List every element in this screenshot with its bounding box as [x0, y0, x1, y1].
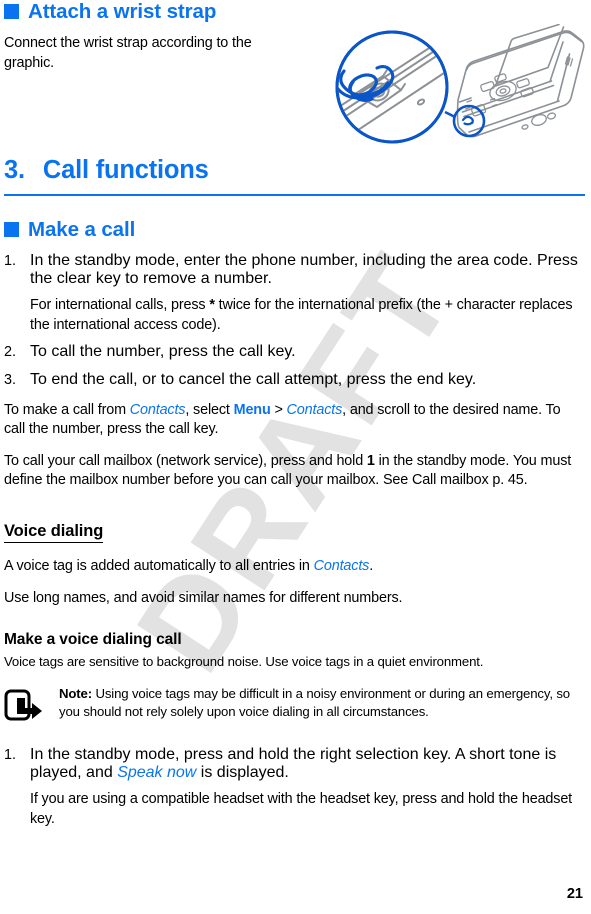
list-item-text: To call the number, press the call key. — [30, 343, 296, 361]
note-box: Note: Using voice tags may be difficult … — [4, 685, 585, 728]
continuation-text-before: For international calls, press — [30, 297, 210, 314]
chapter-title: Call functions — [42, 156, 209, 185]
note-text: Note: Using voice tags may be difficult … — [59, 685, 585, 721]
list-item: 3. To end the call, or to cancel the cal… — [4, 371, 585, 391]
ui-term-contacts: Contacts — [313, 557, 370, 574]
list-item-number: 1. — [4, 747, 17, 764]
section-title: Make a call — [28, 218, 136, 242]
square-bullet-icon — [4, 4, 19, 19]
square-bullet-icon — [4, 222, 19, 238]
list-item-number: 3. — [4, 371, 17, 388]
ui-term-speak-now: Speak now — [117, 764, 197, 782]
paragraph-long-names: Use long names, and avoid similar names … — [4, 589, 403, 606]
text-fragment: To make a call from — [4, 401, 130, 418]
paragraph-voice-tags-noise: Voice tags are sensitive to background n… — [4, 654, 484, 670]
text-fragment: . — [369, 557, 374, 574]
paragraph-call-mailbox: To call your call mailbox (network servi… — [4, 452, 585, 491]
list-item-number: 2. — [4, 344, 17, 361]
ui-term-contacts: Contacts — [286, 401, 343, 418]
text-fragment: In the standby mode, press and hold the … — [30, 746, 557, 782]
note-hand-pointer-icon — [4, 685, 59, 728]
wrist-strap-body-text: Connect the wrist strap according to the… — [4, 35, 252, 71]
text-fragment: is displayed. — [196, 764, 289, 782]
page-number: 21 — [566, 886, 583, 902]
list-item: 1. In the standby mode, press and hold t… — [4, 746, 585, 782]
subsection-heading-voice-dialing: Voice dialing — [4, 521, 585, 543]
ui-term-contacts: Contacts — [129, 401, 186, 418]
note-label: Note: — [59, 686, 92, 702]
note-body-text: Using voice tags may be difficult in a n… — [59, 686, 570, 720]
section-heading-make-a-call: Make a call — [4, 218, 585, 242]
subsection-title: Voice dialing — [4, 521, 103, 543]
text-fragment: , select — [185, 401, 234, 418]
paragraph-call-from-contacts: To make a call from Contacts, select Men… — [4, 401, 585, 440]
paragraph-voice-tag: A voice tag is added automatically to al… — [4, 557, 585, 577]
list-item-number: 1. — [4, 253, 17, 270]
chapter-heading: 3. Call functions — [4, 155, 585, 185]
list-item-text: To end the call, or to cancel the call a… — [30, 370, 477, 388]
manual-page: DRAFT Attach a wrist strap Connect the w… — [0, 0, 591, 914]
text-fragment: > — [270, 401, 287, 418]
section-heading-attach-wrist-strap: Attach a wrist strap — [4, 0, 585, 24]
list-item-continuation: If you are using a compatible headset wi… — [30, 791, 573, 827]
make-a-call-steps: 1. In the standby mode, enter the phone … — [4, 252, 585, 390]
list-item: 1. In the standby mode, enter the phone … — [4, 252, 585, 288]
list-item: 2. To call the number, press the call ke… — [4, 343, 585, 363]
chapter-number: 3. — [4, 156, 25, 185]
ui-term-menu: Menu — [233, 401, 271, 418]
wrist-strap-attachment-illustration — [335, 23, 591, 150]
list-item-continuation: For international calls, press * twice f… — [30, 296, 585, 335]
section-title: Attach a wrist strap — [28, 0, 217, 23]
text-fragment: To call your call mailbox (network servi… — [4, 452, 367, 469]
list-item-text: In the standby mode, enter the phone num… — [30, 252, 578, 288]
key-one: 1 — [366, 452, 375, 469]
text-fragment: A voice tag is added automatically to al… — [4, 557, 314, 574]
subsection-heading-make-voice-dialing-call: Make a voice dialing call — [4, 631, 182, 649]
voice-dialing-steps: 1. In the standby mode, press and hold t… — [4, 746, 585, 829]
